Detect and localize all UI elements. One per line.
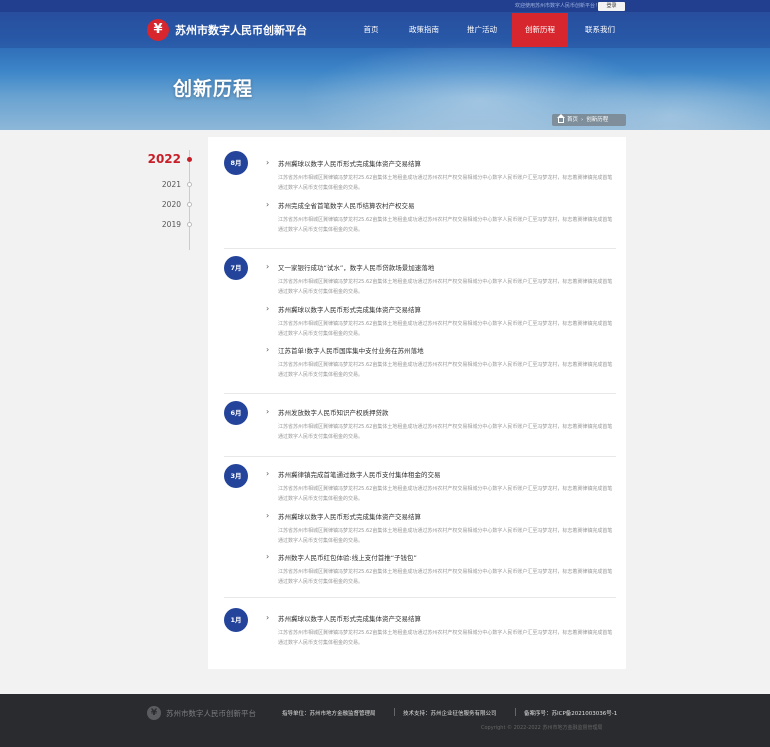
main-nav: 首页 政策指南 推广活动 创新历程 联系我们: [350, 13, 632, 47]
group-divider: [224, 248, 616, 249]
nav-item-history[interactable]: 创新历程: [512, 13, 568, 47]
month-group-aug: 8月 苏州冀球以数字人民币形式完成集体资产交易结算 江苏省苏州市相城区冀律镇冯梦…: [224, 151, 616, 249]
list-item[interactable]: 苏州冀球以数字人民币形式完成集体资产交易结算 江苏省苏州市相城区冀律镇冯梦龙村2…: [266, 304, 616, 339]
list-item[interactable]: 又一家银行成功“试水”，数字人民币贷款场景加速落地 江苏省苏州市相城区冀律镇冯梦…: [266, 262, 616, 297]
group-divider: [224, 597, 616, 598]
nav-item-home[interactable]: 首页: [350, 13, 392, 47]
timeline-dot: [187, 222, 192, 227]
footer-tech: 技术支持：苏州企业征信服务有限公司: [403, 711, 497, 717]
news-title[interactable]: 又一家银行成功“试水”，数字人民币贷款场景加速落地: [266, 262, 616, 273]
group-divider: [224, 393, 616, 394]
topbar: 欢迎使用苏州市数字人民币创新平台！ 登录: [0, 0, 770, 12]
list-item[interactable]: 苏州完成全省首笔数字人民币结算农村产权交易 江苏省苏州市相城区冀律镇冯梦龙村25…: [266, 200, 616, 235]
news-desc: 江苏省苏州市相城区冀律镇冯梦龙村25.62亩集体土地租金成功通过苏州农村产权交易…: [278, 528, 613, 544]
list-item[interactable]: 苏州冀律镇完成首笔通过数字人民币支付集体租金的交易 江苏省苏州市相城区冀律镇冯梦…: [266, 469, 616, 504]
year-2022[interactable]: 2022: [148, 152, 181, 166]
group-divider: [224, 456, 616, 457]
breadcrumb-separator: ›: [581, 117, 584, 123]
site-logo[interactable]: 苏州市数字人民币创新平台: [147, 19, 307, 41]
login-button[interactable]: 登录: [598, 2, 625, 11]
month-group-jun: 6月 苏州发放数字人民币知识产权质押贷款 江苏省苏州市相城区冀律镇冯梦龙村25.…: [224, 400, 616, 457]
news-desc: 江苏省苏州市相城区冀律镇冯梦龙村25.62亩集体土地租金成功通过苏州农村产权交易…: [278, 321, 613, 337]
year-2021[interactable]: 2021: [162, 180, 181, 189]
page-title: 创新历程: [173, 78, 254, 100]
news-title[interactable]: 苏州冀球以数字人民币形式完成集体资产交易结算: [266, 158, 616, 169]
month-group-jul: 7月 又一家银行成功“试水”，数字人民币贷款场景加速落地 江苏省苏州市相城区冀律…: [224, 255, 616, 394]
news-title[interactable]: 苏州冀球以数字人民币形式完成集体资产交易结算: [266, 613, 616, 624]
news-desc: 江苏省苏州市相城区冀律镇冯梦龙村25.62亩集体土地租金成功通过苏州农村产权交易…: [278, 424, 613, 440]
timeline-panel: 8月 苏州冀球以数字人民币形式完成集体资产交易结算 江苏省苏州市相城区冀律镇冯梦…: [208, 137, 626, 669]
news-title[interactable]: 苏州完成全省首笔数字人民币结算农村产权交易: [266, 200, 616, 211]
list-item[interactable]: 苏州冀球以数字人民币形式完成集体资产交易结算 江苏省苏州市相城区冀律镇冯梦龙村2…: [266, 511, 616, 546]
news-desc: 江苏省苏州市相城区冀律镇冯梦龙村25.62亩集体土地租金成功通过苏州农村产权交易…: [278, 630, 613, 646]
footer: 苏州市数字人民币创新平台 指导单位：苏州市地方金融监督管理局 技术支持：苏州企业…: [0, 694, 770, 747]
footer-separator: [515, 708, 516, 716]
month-badge: 7月: [224, 256, 248, 280]
news-title[interactable]: 苏州数字人民币红包体验:线上支付首推“子钱包”: [266, 552, 616, 563]
news-desc: 江苏省苏州市相城区冀律镇冯梦龙村25.62亩集体土地租金成功通过苏州农村产权交易…: [278, 569, 613, 585]
timeline-dot: [187, 202, 192, 207]
rmb-logo-icon: [147, 706, 161, 720]
news-desc: 江苏省苏州市相城区冀律镇冯梦龙村25.62亩集体土地租金成功通过苏州农村产权交易…: [278, 486, 613, 502]
nav-item-contact[interactable]: 联系我们: [572, 13, 628, 47]
footer-site-name: 苏州市数字人民币创新平台: [166, 708, 256, 718]
year-2019[interactable]: 2019: [162, 220, 181, 229]
footer-separator: [394, 708, 395, 716]
news-desc: 江苏省苏州市相城区冀律镇冯梦龙村25.62亩集体土地租金成功通过苏州农村产权交易…: [278, 175, 613, 191]
news-title[interactable]: 江苏首单!数字人民币国库集中支付业务在苏州落地: [266, 345, 616, 356]
month-badge: 3月: [224, 464, 248, 488]
month-group-mar: 3月 苏州冀律镇完成首笔通过数字人民币支付集体租金的交易 江苏省苏州市相城区冀律…: [224, 463, 616, 598]
year-2020[interactable]: 2020: [162, 200, 181, 209]
news-title[interactable]: 苏州冀律镇完成首笔通过数字人民币支付集体租金的交易: [266, 469, 616, 480]
month-badge: 6月: [224, 401, 248, 425]
list-item[interactable]: 江苏首单!数字人民币国库集中支付业务在苏州落地 江苏省苏州市相城区冀律镇冯梦龙村…: [266, 345, 616, 380]
news-title[interactable]: 苏州冀球以数字人民币形式完成集体资产交易结算: [266, 304, 616, 315]
nav-item-promotion[interactable]: 推广活动: [456, 13, 508, 47]
footer-logo: 苏州市数字人民币创新平台: [147, 706, 256, 720]
breadcrumb-home[interactable]: 首页: [567, 114, 578, 126]
breadcrumb-current: 创新历程: [586, 117, 609, 123]
footer-icp[interactable]: 备案序号：苏ICP备2021003036号-1: [524, 709, 617, 717]
news-desc: 江苏省苏州市相城区冀律镇冯梦龙村25.62亩集体土地租金成功通过苏州农村产权交易…: [278, 217, 613, 233]
header-banner: 欢迎使用苏州市数字人民币创新平台！ 登录 苏州市数字人民币创新平台 首页 政策指…: [0, 0, 770, 130]
list-item[interactable]: 苏州冀球以数字人民币形式完成集体资产交易结算 江苏省苏州市相城区冀律镇冯梦龙村2…: [266, 613, 616, 648]
news-desc: 江苏省苏州市相城区冀律镇冯梦龙村25.62亩集体土地租金成功通过苏州农村产权交易…: [278, 362, 613, 378]
footer-guide: 指导单位：苏州市地方金融监督管理局: [282, 711, 376, 717]
news-desc: 江苏省苏州市相城区冀律镇冯梦龙村25.62亩集体土地租金成功通过苏州农村产权交易…: [278, 279, 613, 295]
year-timeline: 2022 2021 2020 2019: [140, 140, 200, 260]
breadcrumb: 首页 › 创新历程: [552, 113, 626, 126]
rmb-logo-icon: [147, 19, 169, 41]
month-group-jan: 1月 苏州冀球以数字人民币形式完成集体资产交易结算 江苏省苏州市相城区冀律镇冯梦…: [224, 608, 616, 658]
timeline-line: [189, 150, 190, 250]
welcome-text: 欢迎使用苏州市数字人民币创新平台！: [514, 3, 600, 9]
month-badge: 8月: [224, 151, 248, 175]
site-name: 苏州市数字人民币创新平台: [175, 24, 307, 37]
timeline-dot: [187, 182, 192, 187]
timeline-dot: [187, 157, 192, 162]
list-item[interactable]: 苏州冀球以数字人民币形式完成集体资产交易结算 江苏省苏州市相城区冀律镇冯梦龙村2…: [266, 158, 616, 193]
news-title[interactable]: 苏州发放数字人民币知识产权质押贷款: [266, 407, 616, 418]
home-icon: [557, 113, 565, 123]
footer-copyright: Copyright © 2022-2022 苏州市地方金融监督管理局: [481, 725, 603, 731]
list-item[interactable]: 苏州数字人民币红包体验:线上支付首推“子钱包” 江苏省苏州市相城区冀律镇冯梦龙村…: [266, 552, 616, 587]
list-item[interactable]: 苏州发放数字人民币知识产权质押贷款 江苏省苏州市相城区冀律镇冯梦龙村25.62亩…: [266, 407, 616, 442]
nav-item-policy[interactable]: 政策指南: [396, 13, 452, 47]
month-badge: 1月: [224, 608, 248, 632]
news-title[interactable]: 苏州冀球以数字人民币形式完成集体资产交易结算: [266, 511, 616, 522]
